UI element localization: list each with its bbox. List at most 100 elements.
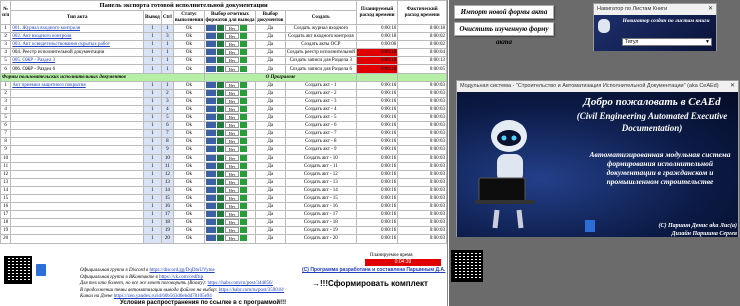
row-docs-select[interactable]: Да [254, 234, 286, 244]
excel-icon[interactable] [217, 33, 225, 40]
row-docs-select[interactable]: Да [254, 80, 286, 90]
row-docs-select[interactable]: Да [254, 161, 286, 171]
row-ctrl[interactable]: 1 [160, 48, 174, 58]
excel-icon[interactable] [217, 65, 225, 72]
row-ctrl[interactable]: 5 [160, 113, 174, 123]
word-icon[interactable] [206, 33, 217, 40]
format-toggle[interactable]: Нет [225, 65, 240, 72]
row-create-button[interactable]: Создать акт - 3 [284, 96, 357, 106]
format-toggle[interactable]: Нет [225, 122, 240, 129]
row-formats[interactable]: Нет [204, 145, 256, 155]
row-formats[interactable]: Нет [204, 185, 256, 195]
row-act-name[interactable]: 001. Журнал входного контроля [10, 23, 145, 34]
row-output[interactable]: 1 [143, 129, 162, 139]
row-formats[interactable]: Нет [204, 56, 256, 66]
row-formats[interactable]: Нет [204, 32, 256, 42]
word-icon[interactable] [206, 195, 217, 202]
row-docs-select[interactable]: Да [254, 104, 286, 115]
row-docs-select[interactable]: Да [254, 23, 286, 34]
row-create-button[interactable]: Создать акт - 12 [284, 169, 357, 179]
row-docs-select[interactable]: Да [254, 121, 286, 131]
excel-icon[interactable] [217, 114, 225, 121]
row-output[interactable]: 1 [143, 32, 162, 42]
excel-icon[interactable] [217, 82, 225, 88]
row-create-button[interactable]: Создать акты ОСР [284, 40, 357, 50]
pdf-toggle-icon[interactable] [240, 146, 248, 153]
row-ctrl[interactable]: 18 [160, 218, 174, 228]
habr-link[interactable]: https://habr.com/ru/post/359018/ [219, 288, 284, 293]
row-docs-select[interactable]: Да [254, 193, 286, 204]
row-output[interactable]: 1 [143, 88, 162, 98]
pdf-toggle-icon[interactable] [240, 211, 248, 218]
pdf-toggle-icon[interactable] [240, 155, 248, 161]
excel-icon[interactable] [217, 163, 225, 169]
word-icon[interactable] [206, 203, 217, 210]
word-icon[interactable] [206, 82, 217, 88]
format-toggle[interactable]: Нет [225, 155, 240, 161]
row-ctrl[interactable]: 11 [160, 161, 174, 171]
row-create-button[interactable]: Создать акт - 15 [284, 193, 357, 204]
row-ctrl[interactable]: 1 [160, 40, 174, 50]
row-output[interactable]: 1 [143, 161, 162, 171]
row-ctrl[interactable]: 8 [160, 137, 174, 147]
row-ctrl[interactable]: 9 [160, 145, 174, 155]
row-formats[interactable]: Нет [204, 161, 256, 171]
row-create-button[interactable]: Создать записи для Раздела 6 [284, 64, 357, 74]
row-output[interactable]: 1 [143, 169, 162, 179]
row-ctrl[interactable]: 3 [160, 96, 174, 106]
word-icon[interactable] [206, 187, 217, 193]
word-icon[interactable] [206, 98, 217, 104]
pdf-toggle-icon[interactable] [240, 25, 248, 32]
word-icon[interactable] [206, 130, 217, 137]
pdf-toggle-icon[interactable] [240, 98, 248, 104]
row-ctrl[interactable]: 1 [160, 23, 174, 34]
import-form-button[interactable]: Импорт новой формы акта [454, 5, 554, 19]
format-toggle[interactable]: Нет [225, 163, 240, 169]
format-toggle[interactable]: Нет [225, 41, 240, 48]
row-docs-select[interactable]: Да [254, 56, 286, 66]
row-docs-select[interactable]: Да [254, 137, 286, 147]
row-docs-select[interactable]: Да [254, 145, 286, 155]
pdf-toggle-icon[interactable] [240, 171, 248, 177]
row-formats[interactable]: Нет [204, 226, 256, 236]
row-docs-select[interactable]: Да [254, 32, 286, 42]
close-icon[interactable]: ✕ [708, 4, 713, 15]
pdf-toggle-icon[interactable] [240, 90, 248, 96]
zen-link[interactable]: https://zen.yandex.ru/id/60b563d6ebdd781… [114, 294, 212, 299]
row-create-button[interactable]: Создать акт - 6 [284, 121, 357, 131]
row-create-button[interactable]: Создать акт - 9 [284, 145, 357, 155]
excel-icon[interactable] [217, 98, 225, 104]
row-formats[interactable]: Нет [204, 153, 256, 163]
row-ctrl[interactable]: 4 [160, 104, 174, 115]
row-output[interactable]: 1 [143, 23, 162, 34]
row-output[interactable]: 1 [143, 218, 162, 228]
format-toggle[interactable]: Нет [225, 227, 240, 234]
row-output[interactable]: 1 [143, 202, 162, 212]
format-toggle[interactable]: Нет [225, 98, 240, 104]
row-formats[interactable]: Нет [204, 104, 256, 115]
format-toggle[interactable]: Нет [225, 179, 240, 185]
word-icon[interactable] [206, 235, 217, 242]
pdf-toggle-icon[interactable] [240, 187, 248, 193]
excel-icon[interactable] [217, 49, 225, 56]
row-act-name[interactable]: Акт приемки защитного покрытия [10, 80, 145, 90]
copyright-text[interactable]: (С) Программа разработана и составлена П… [302, 267, 445, 273]
pdf-toggle-icon[interactable] [240, 138, 248, 145]
row-output[interactable]: 1 [143, 96, 162, 106]
format-toggle[interactable]: Нет [225, 114, 240, 121]
row-create-button[interactable]: Создать журнал входного [284, 23, 357, 34]
format-toggle[interactable]: Нет [225, 195, 240, 202]
row-docs-select[interactable]: Да [254, 210, 286, 220]
row-ctrl[interactable]: 13 [160, 177, 174, 187]
row-formats[interactable]: Нет [204, 218, 256, 228]
format-toggle[interactable]: Нет [225, 187, 240, 193]
pdf-toggle-icon[interactable] [240, 122, 248, 129]
pdf-toggle-icon[interactable] [240, 114, 248, 121]
excel-icon[interactable] [217, 227, 225, 234]
row-ctrl[interactable]: 2 [160, 88, 174, 98]
row-create-button[interactable]: Создать акт - 1 [284, 80, 357, 90]
vk-link[interactable]: https://vk.com/cedftip [159, 275, 203, 280]
excel-icon[interactable] [217, 122, 225, 129]
excel-icon[interactable] [217, 25, 225, 32]
pdf-toggle-icon[interactable] [240, 41, 248, 48]
